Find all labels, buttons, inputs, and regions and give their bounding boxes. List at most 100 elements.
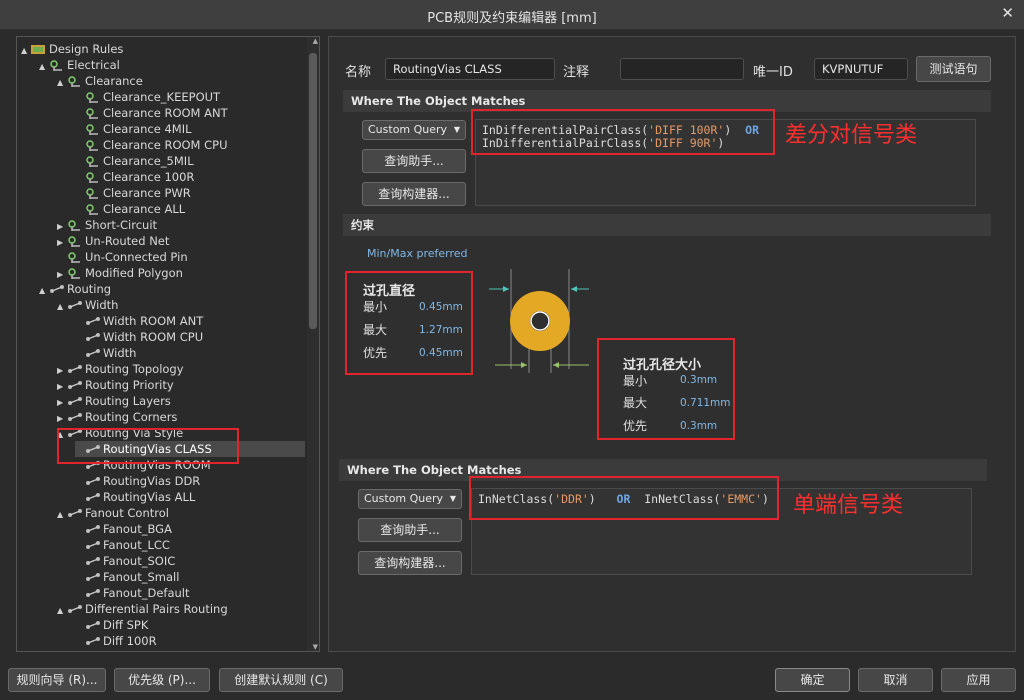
tree-item[interactable]: Clearance 4MIL xyxy=(75,121,192,137)
tree-item-label: Width xyxy=(103,346,137,360)
collapse-arrow-icon[interactable]: ▲ xyxy=(57,507,67,523)
tree-item[interactable]: Width ROOM CPU xyxy=(75,329,203,345)
tree-item[interactable]: Clearance_5MIL xyxy=(75,153,194,169)
rule-category-icon xyxy=(67,267,83,279)
create-default-rules-button[interactable]: 创建默认规则 (C) xyxy=(219,668,343,692)
collapse-arrow-icon[interactable]: ▲ xyxy=(57,75,67,91)
priorities-button[interactable]: 优先级 (P)... xyxy=(114,668,210,692)
tree-item[interactable]: Width ROOM ANT xyxy=(75,313,203,329)
query-type-dropdown-2[interactable]: Custom Query ▼ xyxy=(358,489,462,509)
tree-item[interactable]: Clearance 100R xyxy=(75,169,194,185)
collapse-arrow-icon[interactable]: ▲ xyxy=(39,59,49,75)
tree-item[interactable]: ▶ Routing Priority xyxy=(57,377,174,393)
highlight-query-2 xyxy=(469,476,779,520)
query-type-dropdown-1[interactable]: Custom Query ▼ xyxy=(362,120,466,140)
rule-icon xyxy=(85,91,101,103)
name-field[interactable]: RoutingVias CLASS xyxy=(385,58,555,80)
chevron-down-icon: ▼ xyxy=(453,125,460,134)
hole-max-label: 最大 xyxy=(623,396,648,410)
highlight-selected-rule xyxy=(57,428,239,464)
min-max-preferred-label: Min/Max preferred xyxy=(367,247,468,260)
tree-item[interactable]: Fanout_Default xyxy=(75,585,190,601)
tree-item-label: Clearance ALL xyxy=(103,202,186,216)
rule-editor-panel: 名称 RoutingVias CLASS 注释 唯一ID KVPNUTUF 测试… xyxy=(328,36,1016,652)
query-builder-button-1[interactable]: 查询构建器... xyxy=(362,182,466,206)
tree-item[interactable]: Clearance ROOM CPU xyxy=(75,137,228,153)
tree-item[interactable]: Width xyxy=(75,345,136,361)
rules-root-icon xyxy=(31,43,47,55)
tree-item-label: Fanout Control xyxy=(85,506,169,520)
tree-item[interactable]: ▶ Modified Polygon xyxy=(57,265,183,281)
hole-pref-value[interactable]: 0.3mm xyxy=(680,420,717,432)
apply-button[interactable]: 应用 xyxy=(941,668,1016,692)
tree-item[interactable]: ▶ Routing Layers xyxy=(57,393,171,409)
tree-scrollbar[interactable]: ▲ ▼ xyxy=(307,37,319,651)
scroll-down-icon[interactable]: ▼ xyxy=(313,643,318,651)
tree-item-label: Fanout_SOIC xyxy=(103,554,176,568)
scroll-up-icon[interactable]: ▲ xyxy=(313,37,318,45)
tree-item[interactable]: Clearance_KEEPOUT xyxy=(75,89,220,105)
tree-item[interactable]: Fanout_LCC xyxy=(75,537,170,553)
rule-wizard-button[interactable]: 规则向导 (R)... xyxy=(8,668,106,692)
name-label: 名称 xyxy=(345,65,372,80)
query-helper-button-2[interactable]: 查询助手... xyxy=(358,518,462,542)
hole-min-value[interactable]: 0.3mm xyxy=(680,374,717,386)
tree-item[interactable]: ▲ Clearance xyxy=(57,73,143,89)
tree-item[interactable]: Clearance ROOM ANT xyxy=(75,105,228,121)
tree-item[interactable]: Diff SPK xyxy=(75,617,148,633)
rules-tree[interactable]: ▲ Design Rules ▲ Electrical ▲ Clearance Cleara… xyxy=(16,36,320,652)
hole-max-value[interactable]: 0.711mm xyxy=(680,397,731,409)
tree-item[interactable]: Un-Connected Pin xyxy=(57,249,188,265)
ok-button[interactable]: 确定 xyxy=(775,668,850,692)
tree-item[interactable]: Clearance PWR xyxy=(75,185,191,201)
tree-item[interactable]: ▶ Routing Corners xyxy=(57,409,177,425)
tree-item[interactable]: ▲ Design Rules xyxy=(21,41,123,57)
test-query-button[interactable]: 测试语句 xyxy=(916,56,991,82)
collapse-arrow-icon[interactable]: ▲ xyxy=(21,43,31,59)
tree-item[interactable]: RoutingVias DDR xyxy=(75,473,200,489)
collapse-arrow-icon[interactable]: ▲ xyxy=(57,603,67,619)
close-icon[interactable]: ✕ xyxy=(1001,4,1014,22)
tree-item[interactable]: Fanout_Small xyxy=(75,569,179,585)
diff-pair-note: 差分对信号类 xyxy=(785,123,918,148)
tree-item-label: Electrical xyxy=(67,58,120,72)
rule-icon xyxy=(85,123,101,135)
tree-item[interactable]: ▲ Differential Pairs Routing xyxy=(57,601,228,617)
routing-category-icon xyxy=(49,283,65,295)
diameter-min-value[interactable]: 0.45mm xyxy=(419,301,463,313)
tree-item[interactable]: ▶ Un-Routed Net xyxy=(57,233,169,249)
tree-item-label: Routing Topology xyxy=(85,362,184,376)
routing-rule-icon xyxy=(85,523,101,535)
routing-rule-icon xyxy=(85,331,101,343)
rule-icon xyxy=(85,171,101,183)
tree-item[interactable]: ▶ Short-Circuit xyxy=(57,217,157,233)
tree-item[interactable]: ▲ Fanout Control xyxy=(57,505,169,521)
query-helper-button-1[interactable]: 查询助手... xyxy=(362,149,466,173)
rule-category-icon xyxy=(67,235,83,247)
tree-item[interactable]: Clearance ALL xyxy=(75,201,185,217)
routing-rule-icon xyxy=(67,299,83,311)
tree-item[interactable]: RoutingVias ALL xyxy=(75,489,195,505)
tree-item[interactable]: ▲ Width xyxy=(57,297,118,313)
collapse-arrow-icon[interactable]: ▲ xyxy=(39,283,49,299)
tree-item[interactable]: ▶ Routing Topology xyxy=(57,361,184,377)
tree-item[interactable]: Diff 100R xyxy=(75,633,157,649)
diameter-max-value[interactable]: 1.27mm xyxy=(419,324,463,336)
uid-field[interactable]: KVPNUTUF xyxy=(814,58,908,80)
cancel-button[interactable]: 取消 xyxy=(858,668,933,692)
comment-field[interactable] xyxy=(620,58,744,80)
tree-item-label: Clearance xyxy=(85,74,143,88)
window-title: PCB规则及约束编辑器 [mm] xyxy=(427,11,597,26)
routing-rule-icon xyxy=(67,411,83,423)
query-builder-button-2[interactable]: 查询构建器... xyxy=(358,551,462,575)
scroll-thumb[interactable] xyxy=(309,53,317,329)
rule-category-icon xyxy=(67,75,83,87)
tree-item[interactable]: ▲ Routing xyxy=(39,281,111,297)
diameter-pref-value[interactable]: 0.45mm xyxy=(419,347,463,359)
collapse-arrow-icon[interactable]: ▲ xyxy=(57,299,67,315)
tree-item[interactable]: Fanout_BGA xyxy=(75,521,172,537)
routing-rule-icon xyxy=(85,619,101,631)
via-diameter-title: 过孔直径 xyxy=(363,284,416,299)
tree-item[interactable]: Fanout_SOIC xyxy=(75,553,175,569)
tree-item[interactable]: ▲ Electrical xyxy=(39,57,120,73)
